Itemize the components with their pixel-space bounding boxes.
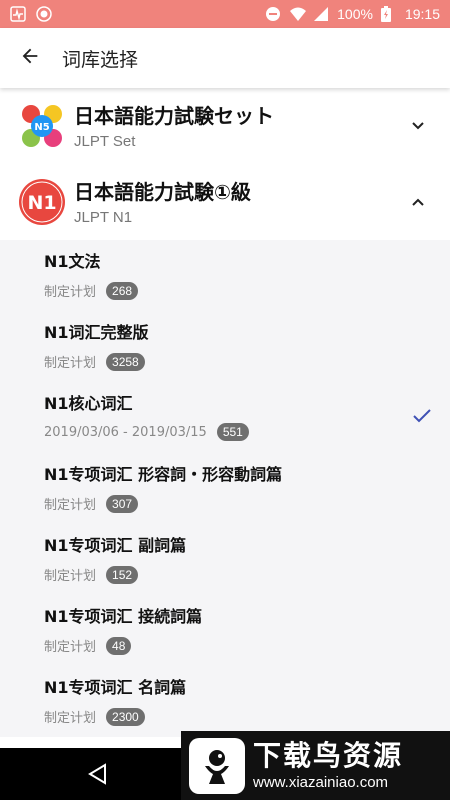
- back-button[interactable]: [0, 28, 60, 88]
- record-icon: [36, 6, 52, 22]
- list-item[interactable]: N1专项词汇 形容詞・形容動詞篇 制定计划 307: [0, 453, 450, 524]
- group-title: 日本語能力試験セット: [74, 103, 274, 128]
- app-bar: 词库选择: [0, 28, 450, 88]
- word-count-badge: 3258: [106, 352, 145, 371]
- dnd-icon: [265, 6, 281, 22]
- chevron-down-icon[interactable]: [406, 114, 430, 138]
- group-title: 日本語能力試験①級: [74, 179, 251, 204]
- plan-date-range: 2019/03/06 - 2019/03/15: [44, 424, 207, 440]
- word-count-badge: 48: [106, 636, 132, 655]
- wordbook-name: N1专项词汇 接続詞篇: [44, 607, 203, 626]
- wordbook-name: N1词汇完整版: [44, 323, 149, 342]
- plan-text: 制定计划: [44, 285, 97, 300]
- word-count-badge: 307: [106, 494, 139, 513]
- group-jlpt-set[interactable]: N5 日本語能力試験セット JLPT Set: [0, 88, 450, 164]
- battery-percent: 100%: [337, 6, 373, 22]
- n1-wordbook-list: N1文法 制定计划 268 N1词汇完整版 制定计划 3258 N1核心词汇 2…: [0, 240, 450, 737]
- plan-text: 制定计划: [44, 356, 97, 371]
- word-count-badge: 152: [106, 565, 139, 584]
- word-count-badge: 268: [106, 281, 139, 300]
- checkmark-icon: [412, 406, 432, 426]
- watermark-url: www.xiazainiao.com: [253, 774, 389, 791]
- bird-logo-icon: [189, 737, 245, 794]
- watermark: 下载鸟资源 www.xiazainiao.com: [181, 731, 450, 800]
- group-subtitle: JLPT N1: [74, 208, 133, 226]
- vocabulary-list[interactable]: N5 日本語能力試験セット JLPT Set N1 日本語能力試験①級 JLPT…: [0, 88, 450, 748]
- page-title: 词库选择: [62, 48, 139, 71]
- status-bar: 100% 19:15: [0, 0, 450, 28]
- wordbook-name: N1专项词汇 名詞篇: [44, 678, 187, 697]
- plan-text: 制定计划: [44, 569, 97, 584]
- plan-text: 制定计划: [44, 711, 97, 726]
- wordbook-name: N1核心词汇: [44, 394, 133, 413]
- list-item[interactable]: N1专项词汇 副詞篇 制定计划 152: [0, 524, 450, 595]
- wordbook-name: N1文法: [44, 252, 101, 271]
- watermark-title: 下载鸟资源: [253, 739, 404, 772]
- list-item[interactable]: N1文法 制定计划 268: [0, 240, 450, 311]
- list-item[interactable]: N1专项词汇 名詞篇 制定计划 2300: [0, 666, 450, 737]
- activity-icon: [10, 6, 26, 22]
- list-item[interactable]: N1专项词汇 接続詞篇 制定计划 48: [0, 595, 450, 666]
- group-jlpt-n1[interactable]: N1 日本語能力試験①級 JLPT N1: [0, 164, 450, 240]
- list-item-selected[interactable]: N1核心词汇 2019/03/06 - 2019/03/15 551: [0, 382, 450, 453]
- arrow-left-icon: [19, 45, 41, 71]
- battery-icon: [380, 6, 397, 22]
- signal-icon: [313, 6, 329, 22]
- wordbook-name: N1专项词汇 副詞篇: [44, 536, 187, 555]
- status-time: 19:15: [404, 6, 440, 22]
- svg-text:N1: N1: [27, 192, 56, 214]
- nav-back-triangle-icon[interactable]: [86, 762, 110, 786]
- jlpt-set-logo-icon: N5: [18, 102, 66, 150]
- word-count-badge: 551: [216, 423, 249, 441]
- word-count-badge: 2300: [106, 707, 145, 726]
- plan-text: 制定计划: [44, 640, 97, 655]
- group-subtitle: JLPT Set: [74, 132, 136, 150]
- svg-text:N5: N5: [34, 122, 49, 133]
- jlpt-n1-logo-icon: N1: [18, 178, 66, 226]
- wordbook-name: N1专项词汇 形容詞・形容動詞篇: [44, 465, 283, 484]
- plan-text: 制定计划: [44, 498, 97, 513]
- list-item[interactable]: N1词汇完整版 制定计划 3258: [0, 311, 450, 382]
- chevron-up-icon[interactable]: [406, 190, 430, 214]
- wifi-icon: [289, 6, 307, 22]
